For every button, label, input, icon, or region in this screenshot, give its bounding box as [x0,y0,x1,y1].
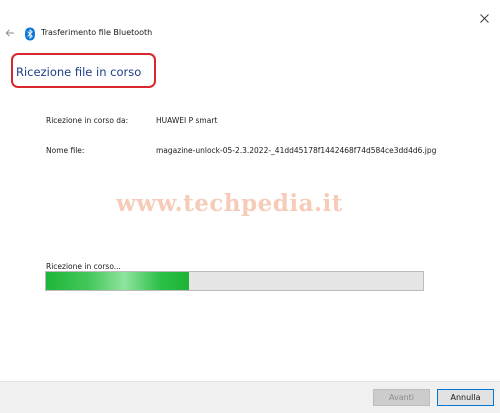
progress-fill [46,272,190,290]
bluetooth-icon [24,26,36,41]
filename-label: Nome file: [46,146,85,155]
watermark: www.techpedia.it [116,190,343,217]
sender-label: Ricezione in corso da: [46,116,129,125]
window-title: Trasferimento file Bluetooth [41,28,153,37]
close-button[interactable] [472,8,496,28]
page-title: Ricezione file in corso [16,65,142,79]
close-icon [479,13,489,23]
cancel-button[interactable]: Annulla [437,389,494,406]
sender-value: HUAWEI P smart [156,116,218,125]
arrow-left-icon [5,29,14,37]
next-button[interactable]: Avanti [373,389,430,406]
progress-label: Ricezione in corso... [46,262,121,271]
back-button[interactable] [0,20,20,46]
progress-bar [45,271,424,291]
filename-value: magazine-unlock-05-2.3.2022-_41dd45178f1… [156,146,437,155]
